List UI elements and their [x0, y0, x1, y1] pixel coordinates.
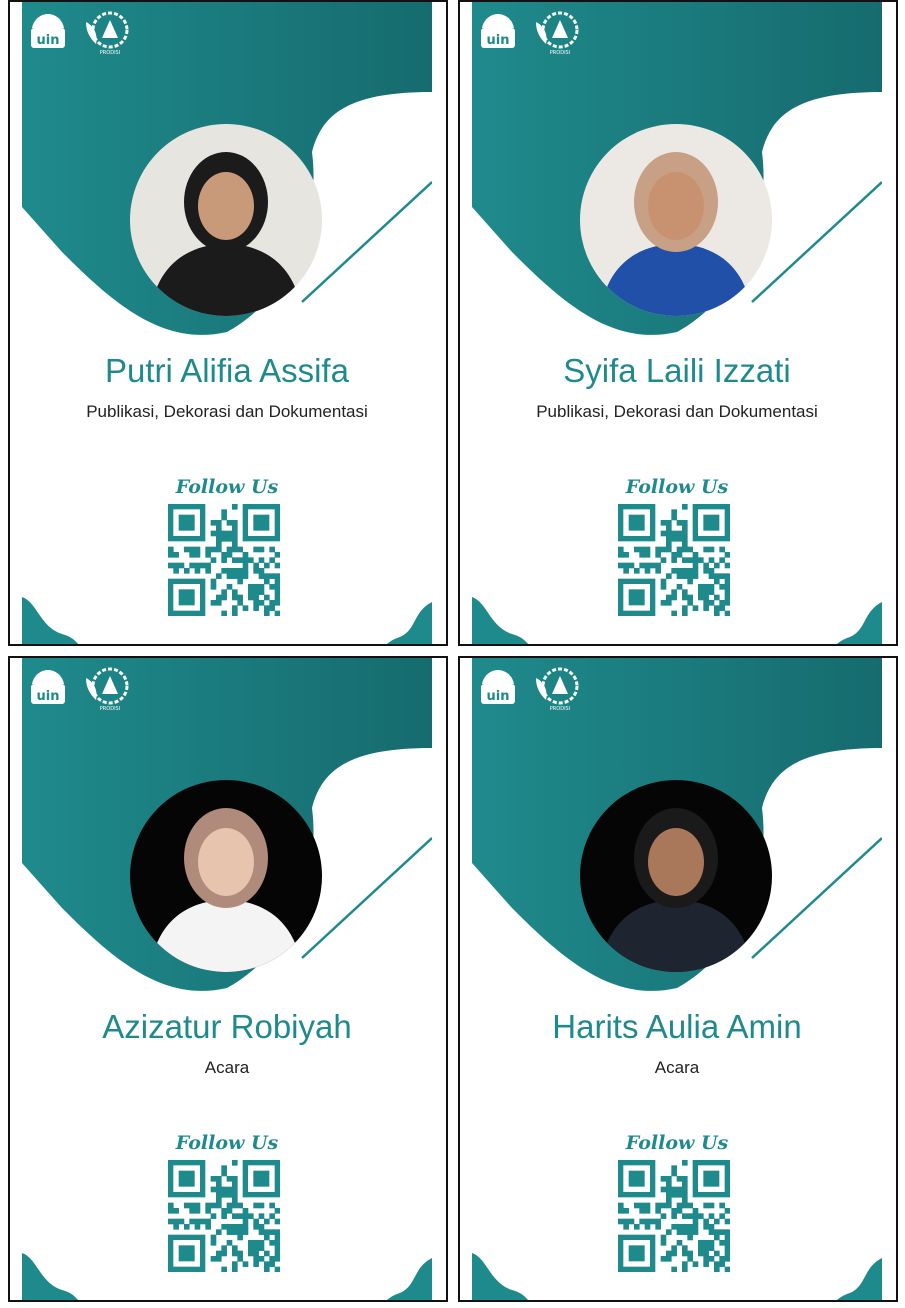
follow-us-label: Follow Us	[175, 1132, 279, 1154]
member-role: Acara	[204, 1058, 250, 1077]
prodisi-logo-text: PRODISI	[100, 706, 120, 712]
prodisi-logo-icon: PRODISI	[536, 11, 579, 56]
profile-photo	[130, 124, 322, 316]
member-role: Publikasi, Dekorasi dan Dokumentasi	[86, 402, 368, 421]
member-role: Publikasi, Dekorasi dan Dokumentasi	[536, 402, 818, 421]
prodisi-logo-text: PRODISI	[100, 50, 120, 56]
id-card-1: uin PRODISI Putri Alifia Assifa Publikas…	[8, 0, 448, 646]
member-name: Putri Alifia Assifa	[105, 352, 349, 389]
uin-logo-text: uin	[37, 689, 60, 704]
follow-us-label: Follow Us	[625, 1132, 729, 1154]
uin-logo-icon: uin	[481, 14, 515, 48]
id-card-4: uin PRODISI Harits Aulia Amin Acara Foll…	[458, 656, 898, 1302]
prodisi-logo-text: PRODISI	[550, 706, 570, 712]
id-card-3: uin PRODISI Azizatur Robiyah Acara Follo…	[8, 656, 448, 1302]
uin-logo-text: uin	[487, 689, 510, 704]
uin-logo-icon: uin	[31, 670, 65, 704]
prodisi-logo-icon: PRODISI	[86, 667, 129, 712]
prodisi-logo-text: PRODISI	[550, 50, 570, 56]
prodisi-logo-icon: PRODISI	[86, 11, 129, 56]
qr-code-icon[interactable]	[168, 504, 280, 616]
member-name: Syifa Laili Izzati	[563, 352, 791, 389]
uin-logo-text: uin	[37, 33, 60, 48]
profile-photo	[580, 780, 772, 972]
member-name: Harits Aulia Amin	[552, 1008, 802, 1045]
prodisi-logo-icon: PRODISI	[536, 667, 579, 712]
profile-photo	[580, 124, 772, 316]
id-card-2: uin PRODISI Syifa Laili Izzati Publikasi…	[458, 0, 898, 646]
qr-code-icon[interactable]	[618, 504, 730, 616]
follow-us-label: Follow Us	[625, 476, 729, 498]
qr-code-icon[interactable]	[618, 1160, 730, 1272]
member-role: Acara	[654, 1058, 700, 1077]
follow-us-label: Follow Us	[175, 476, 279, 498]
uin-logo-icon: uin	[481, 670, 515, 704]
qr-code-icon[interactable]	[168, 1160, 280, 1272]
uin-logo-icon: uin	[31, 14, 65, 48]
uin-logo-text: uin	[487, 33, 510, 48]
member-name: Azizatur Robiyah	[102, 1008, 352, 1045]
profile-photo	[130, 780, 322, 972]
